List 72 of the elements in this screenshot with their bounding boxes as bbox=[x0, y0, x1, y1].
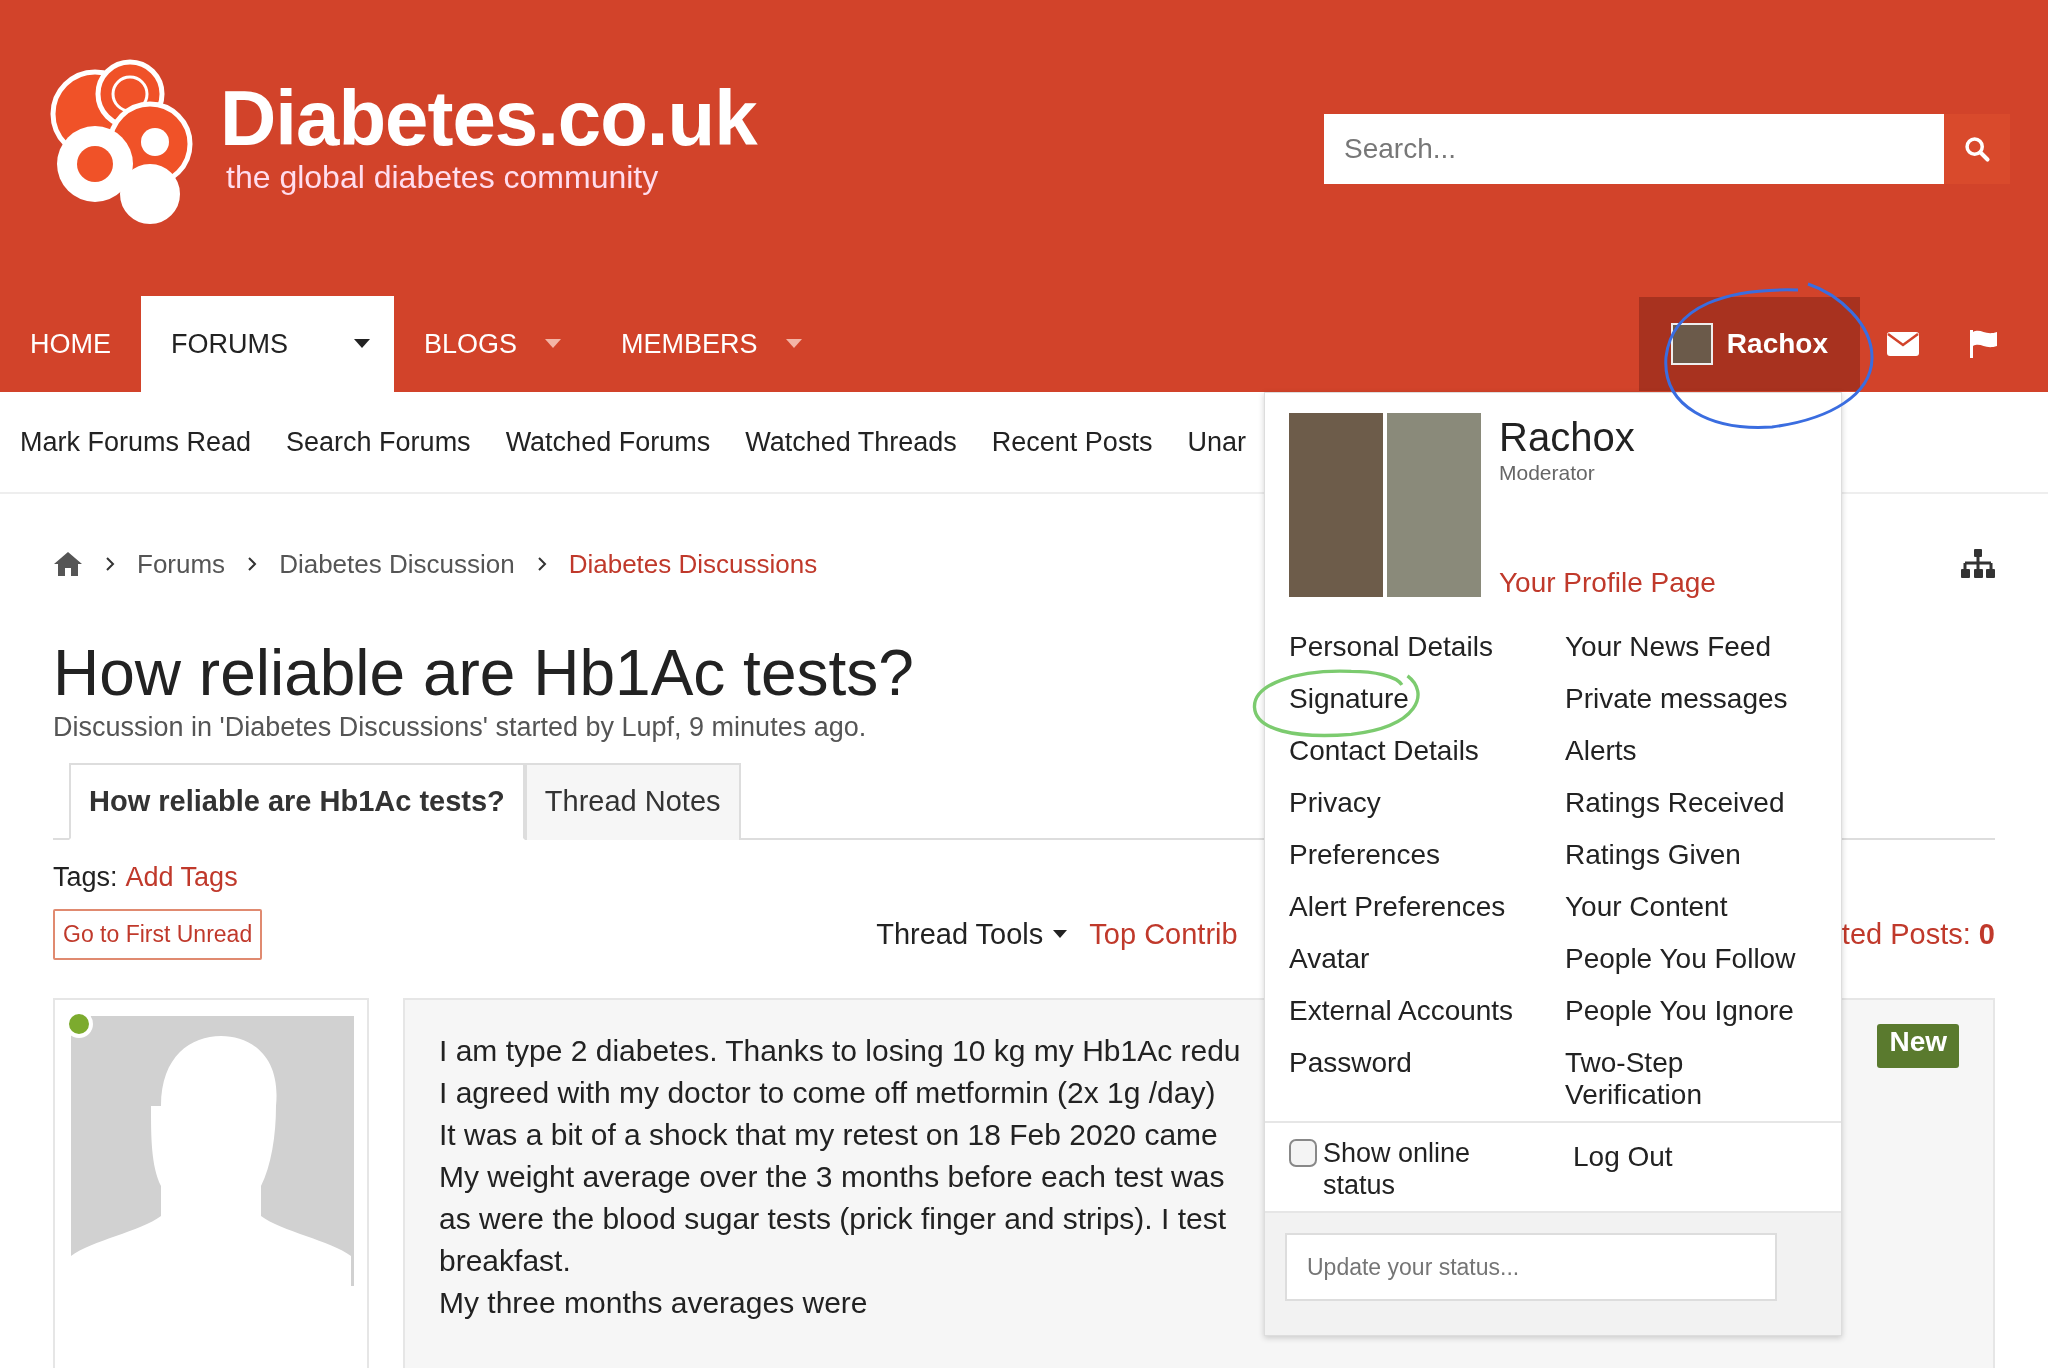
logo-title: Diabetes.co.uk bbox=[220, 79, 757, 158]
post-text-line: It was a bit of a shock that my retest on 18 Feb 2020 came bbox=[439, 1117, 1219, 1154]
post-text-line: My weight average over the 3 months before each test was bbox=[439, 1159, 1226, 1196]
flag-icon[interactable] bbox=[1968, 328, 2000, 360]
logout-link[interactable]: Log Out bbox=[1573, 1137, 1673, 1201]
menu-link[interactable]: Preferences bbox=[1289, 829, 1541, 881]
chevron-icon bbox=[536, 556, 547, 572]
menu-link[interactable]: Ratings Given bbox=[1565, 829, 1817, 881]
menu-link[interactable]: Alert Preferences bbox=[1289, 881, 1541, 933]
menu-link[interactable]: Two-Step Verification bbox=[1565, 1037, 1817, 1111]
subnav-link[interactable]: Watched Threads bbox=[745, 426, 957, 458]
add-tags-link[interactable]: Add Tags bbox=[125, 862, 238, 894]
menu-link[interactable]: Contact Details bbox=[1289, 725, 1541, 777]
subnav-link[interactable]: Mark Forums Read bbox=[20, 426, 252, 458]
breadcrumb-link[interactable]: Diabetes Discussion bbox=[279, 548, 515, 580]
home-icon[interactable] bbox=[53, 551, 83, 577]
breadcrumb-current[interactable]: Diabetes Discussions bbox=[568, 548, 818, 580]
menu-link[interactable]: Avatar bbox=[1289, 933, 1541, 985]
menu-link[interactable]: Password bbox=[1289, 1037, 1541, 1079]
selected-posts-count[interactable]: 0 bbox=[1978, 918, 1995, 951]
checkbox[interactable] bbox=[1289, 1139, 1317, 1167]
breadcrumb-link[interactable]: Forums bbox=[137, 548, 226, 580]
menu-link[interactable]: External Accounts bbox=[1289, 985, 1541, 1037]
envelope-icon[interactable] bbox=[1886, 331, 1920, 357]
menu-link[interactable]: Your News Feed bbox=[1565, 621, 1817, 673]
subnav-link[interactable]: Watched Forums bbox=[505, 426, 711, 458]
post-text-line: My three months averages were bbox=[439, 1285, 869, 1322]
search-icon bbox=[1963, 135, 1991, 163]
show-online-label: Show online status bbox=[1323, 1137, 1472, 1201]
menu-link[interactable]: Alerts bbox=[1565, 725, 1817, 777]
new-badge: New bbox=[1877, 1024, 1959, 1069]
search-button[interactable] bbox=[1944, 114, 2010, 184]
profile-page-link[interactable]: Your Profile Page bbox=[1499, 567, 1716, 599]
nav-tab[interactable]: HOME bbox=[0, 296, 141, 392]
status-field[interactable]: Update your status... bbox=[1285, 1233, 1777, 1301]
subnav-link[interactable]: Search Forums bbox=[286, 426, 471, 458]
menu-link[interactable]: Privacy bbox=[1289, 777, 1541, 829]
menu-link[interactable]: Signature bbox=[1289, 673, 1541, 725]
search-field[interactable]: Search... bbox=[1324, 114, 1944, 184]
subnav-link[interactable]: Unar bbox=[1187, 426, 1246, 458]
nav-tab[interactable]: FORUMS bbox=[141, 296, 394, 392]
menu-link[interactable]: Private messages bbox=[1565, 673, 1817, 725]
thread-tab[interactable]: How reliable are Hb1Ac tests? bbox=[69, 763, 525, 841]
user-name: Rachox bbox=[1499, 414, 1636, 461]
post-text-line: I agreed with my doctor to come off metformin (2x 1g /day) bbox=[439, 1075, 1217, 1112]
post-text-line: breakfast. bbox=[439, 1243, 572, 1280]
avatar-thumbnail bbox=[1670, 323, 1713, 365]
thread-title: How reliable are Hb1Ac tests? bbox=[53, 638, 914, 709]
menu-link[interactable]: People You Follow bbox=[1565, 933, 1817, 985]
sitemap-icon[interactable] bbox=[1961, 549, 1995, 579]
nav-tab[interactable]: BLOGS bbox=[394, 296, 592, 392]
post-text-line: I am type 2 diabetes. Thanks to losing 10 kg my Hb1Ac redu bbox=[439, 1033, 1241, 1070]
menu-link[interactable]: Your Content bbox=[1565, 881, 1817, 933]
tags-label: Tags: bbox=[53, 862, 118, 894]
logo-tagline: the global diabetes community bbox=[226, 158, 660, 198]
thread-tools-menu[interactable]: Thread Tools bbox=[876, 918, 1068, 952]
thread-tab[interactable]: Thread Notes bbox=[524, 763, 741, 841]
caret-icon bbox=[1053, 930, 1068, 940]
nav-tab[interactable]: MEMBERS bbox=[591, 296, 832, 392]
thread-meta: Discussion in 'Diabetes Discussions' started by Lupf, 9 minutes ago. bbox=[53, 712, 868, 744]
selected-posts-link[interactable]: ted Posts: bbox=[1841, 918, 1971, 951]
chevron-icon bbox=[247, 556, 258, 572]
user-role: Moderator bbox=[1499, 461, 1596, 485]
subnav-link[interactable]: Recent Posts bbox=[991, 426, 1153, 458]
user-menu-button[interactable]: Rachox bbox=[1638, 297, 1860, 391]
top-contributors-link[interactable]: Top Contrib bbox=[1089, 918, 1238, 952]
menu-link[interactable]: People You Ignore bbox=[1565, 985, 1817, 1037]
chevron-icon bbox=[105, 556, 115, 572]
menu-link[interactable]: Ratings Received bbox=[1565, 777, 1817, 829]
first-unread-button[interactable]: Go to First Unread bbox=[53, 909, 263, 961]
post-text-line: as were the blood sugar tests (prick finger and strips). I test bbox=[439, 1201, 1228, 1238]
menu-link[interactable]: Personal Details bbox=[1289, 621, 1541, 673]
